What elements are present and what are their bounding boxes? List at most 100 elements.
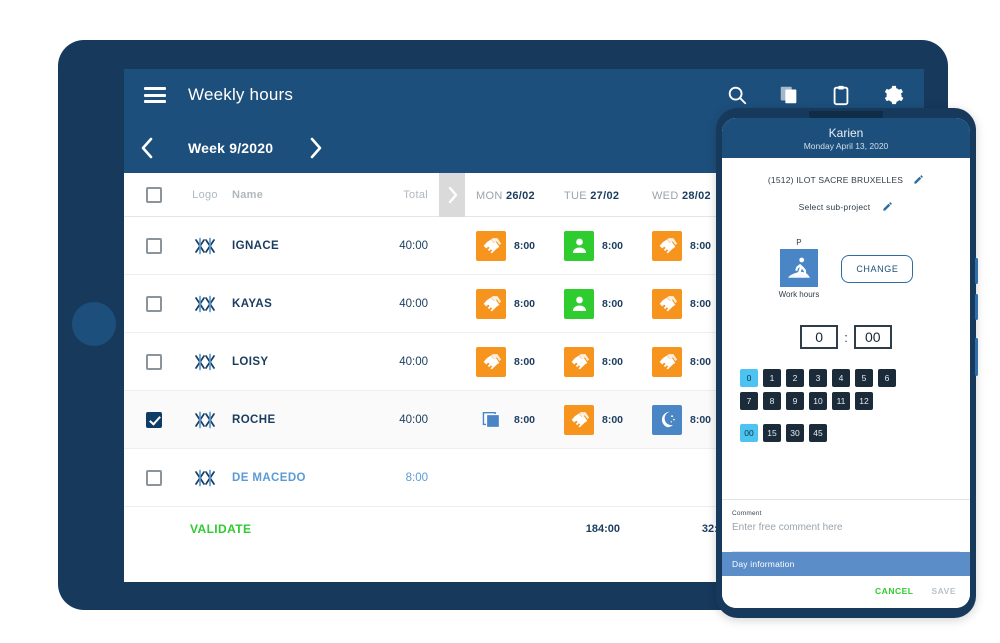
day-activity-moon-icon[interactable] [652, 404, 682, 435]
day-activity-person-icon[interactable] [564, 230, 594, 261]
validate-button[interactable]: VALIDATE [178, 522, 251, 536]
day-activity-handshake-icon[interactable] [476, 230, 506, 261]
row-checkbox[interactable] [146, 237, 162, 254]
handshake-icon [483, 296, 501, 312]
row-logo-cell [178, 294, 232, 314]
keypad-key-hour-9[interactable]: 9 [786, 392, 804, 410]
keypad-key-minute-00[interactable]: 00 [740, 424, 758, 442]
row-scroll-spacer [436, 391, 468, 448]
day-activity-handshake-icon[interactable] [564, 404, 594, 435]
header-icon-group [726, 84, 904, 106]
clipboard-icon[interactable] [830, 84, 852, 106]
change-worktype-button[interactable]: CHANGE [841, 254, 914, 283]
phone-volume-up-button[interactable] [975, 258, 978, 284]
cancel-button[interactable]: CANCEL [875, 586, 913, 596]
day-activity-person-icon[interactable] [564, 288, 594, 319]
row-checkbox[interactable] [146, 411, 162, 428]
keypad-key-hour-8[interactable]: 8 [763, 392, 781, 410]
search-icon[interactable] [726, 84, 748, 106]
keypad-key-hour-1[interactable]: 1 [763, 369, 781, 387]
keypad-key-hour-3[interactable]: 3 [809, 369, 827, 387]
phone-volume-down-button[interactable] [975, 294, 978, 320]
keypad-key-hour-11[interactable]: 11 [832, 392, 850, 410]
keypad-key-hour-12[interactable]: 12 [855, 392, 873, 410]
day-cell-mon[interactable]: 8:00 [468, 230, 556, 261]
chevron-right-icon[interactable] [309, 136, 323, 160]
comment-label: Comment [732, 510, 762, 517]
worker-icon[interactable] [779, 249, 818, 287]
hours-input[interactable]: 0 [800, 325, 839, 349]
handshake-icon [659, 354, 677, 370]
day-activity-handshake-icon[interactable] [652, 230, 682, 261]
worktype-row: P Work hours CHANGE [732, 238, 960, 299]
pencil-edit-icon[interactable] [913, 174, 924, 185]
keypad-key-minute-15[interactable]: 15 [763, 424, 781, 442]
phone-screen: Karien Monday April 13, 2020 (1512) ILOT… [722, 118, 970, 608]
pencil-edit-icon[interactable] [882, 201, 893, 212]
day-column-header-mon: MON 26/02 [476, 189, 535, 202]
phone-power-button[interactable] [975, 338, 978, 376]
keypad-key-hour-5[interactable]: 5 [855, 369, 873, 387]
name-column-header: Name [232, 188, 264, 201]
select-all-checkbox[interactable] [146, 186, 162, 203]
keypad-key-hour-2[interactable]: 2 [786, 369, 804, 387]
keypad-key-hour-6[interactable]: 6 [878, 369, 896, 387]
handshake-icon [571, 412, 589, 428]
day-activity-handshake-icon[interactable] [652, 346, 682, 377]
day-activity-handshake-icon[interactable] [476, 288, 506, 319]
phone-date: Monday April 13, 2020 [803, 141, 889, 151]
day-activity-handshake-icon[interactable] [564, 346, 594, 377]
row-scroll-spacer [436, 217, 468, 274]
day-cell-mon[interactable]: 8:00 [468, 346, 556, 377]
minutes-input[interactable]: 00 [853, 325, 892, 349]
day-activity-handshake-icon[interactable] [476, 346, 506, 377]
save-button[interactable]: SAVE [931, 586, 956, 596]
day-cell-tue[interactable]: 8:00 [556, 346, 644, 377]
keypad-key-hour-10[interactable]: 10 [809, 392, 827, 410]
day-hours-value: 8:00 [514, 413, 536, 426]
day-activity-handshake-icon[interactable] [652, 288, 682, 319]
day-cell-tue[interactable]: 8:00 [556, 404, 644, 435]
day-hours-value: 8:00 [602, 297, 624, 310]
row-checkbox[interactable] [146, 295, 162, 312]
tablet-home-button[interactable] [72, 302, 116, 346]
person-icon [572, 296, 586, 311]
keypad-key-minute-30[interactable]: 30 [786, 424, 804, 442]
keypad-key-hour-0[interactable]: 0 [740, 369, 758, 387]
chevron-left-icon[interactable] [140, 136, 154, 160]
comment-input[interactable]: Enter free comment here [732, 522, 960, 552]
day-cell-mon[interactable]: 8:00 [468, 288, 556, 319]
day-cell-tue[interactable]: 8:00 [556, 230, 644, 261]
row-total: 40:00 [399, 297, 428, 310]
day-column-header-tue: TUE 27/02 [564, 189, 620, 202]
day-activity-layers-icon[interactable] [476, 405, 506, 435]
worktype-label: Work hours [778, 290, 820, 299]
day-hours-value: 8:00 [514, 355, 536, 368]
row-name: ROCHE [232, 413, 276, 426]
project-label: (1512) ILOT SACRE BRUXELLES [767, 174, 904, 185]
keypad-minutes-row: 00 15 30 45 [740, 424, 952, 442]
row-scroll-spacer [436, 449, 468, 506]
time-entry-row: 0 : 00 [732, 325, 960, 349]
day-information-bar[interactable]: Day information [722, 552, 970, 576]
worktype-code: P [796, 238, 802, 247]
keypad-key-hour-7[interactable]: 7 [740, 392, 758, 410]
handshake-icon [483, 354, 501, 370]
day-cell-mon[interactable]: 8:00 [468, 405, 556, 435]
row-total: 8:00 [405, 471, 428, 484]
day-hours-value: 8:00 [514, 297, 536, 310]
keypad-key-minute-45[interactable]: 45 [809, 424, 827, 442]
day-hours-value: 8:00 [602, 355, 624, 368]
hamburger-icon[interactable] [144, 87, 166, 103]
scroll-right-button[interactable] [439, 172, 465, 217]
grand-total: 184:00 [585, 523, 620, 535]
row-checkbox[interactable] [146, 353, 162, 370]
copy-icon[interactable] [778, 84, 800, 106]
row-checkbox[interactable] [146, 469, 162, 486]
day-cell-tue[interactable]: 8:00 [556, 288, 644, 319]
row-total: 40:00 [399, 239, 428, 252]
keypad-key-hour-4[interactable]: 4 [832, 369, 850, 387]
subproject-label: Select sub-project [798, 201, 871, 212]
handshake-icon [483, 238, 501, 254]
gear-icon[interactable] [882, 84, 904, 106]
